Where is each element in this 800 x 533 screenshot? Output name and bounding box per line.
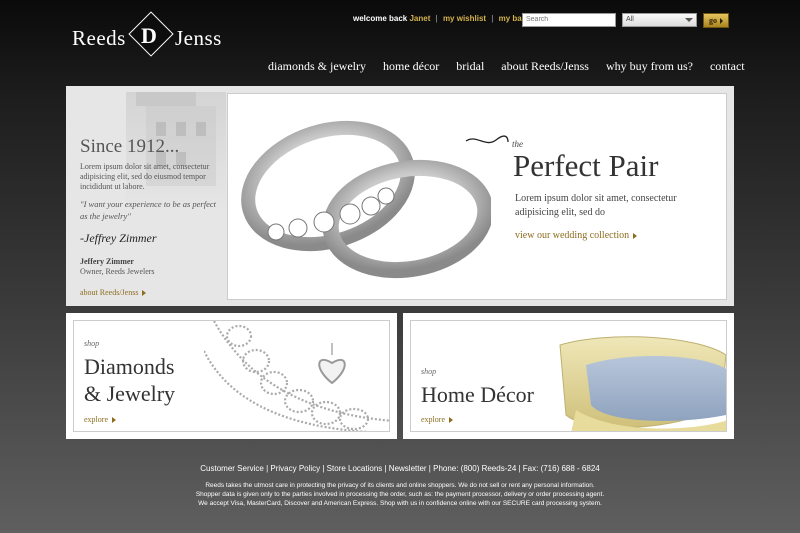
shop-home-decor-card[interactable]: shop Home Décor explore	[403, 313, 734, 439]
owner-title: Owner, Reeds Jewelers	[80, 267, 155, 276]
separator: |	[435, 14, 438, 23]
shop-diamonds-card[interactable]: shop Diamonds & Jewelry explore	[66, 313, 397, 439]
go-button[interactable]: go	[703, 13, 729, 28]
owner-signature: -Jeffrey Zimmer	[80, 231, 157, 245]
wedding-collection-link[interactable]: view our wedding collection	[515, 230, 638, 241]
perfect-pair-banner[interactable]: the Perfect Pair Lorem ipsum dolor sit a…	[227, 93, 727, 300]
footer-links[interactable]: Customer Service | Privacy Policy | Stor…	[0, 464, 800, 473]
category-select-value: All	[626, 16, 634, 23]
separator: |	[491, 14, 494, 23]
arrow-right-icon	[449, 417, 453, 424]
footer-line: Shopper data is given only to the partie…	[195, 491, 605, 498]
card-title-line: & Jewelry	[84, 381, 176, 406]
footer-privacy-text: Reeds takes the utmost care in protectin…	[0, 481, 800, 508]
welcome-text: welcome back	[353, 14, 408, 23]
owner-quote: "I want your experience to be as perfect…	[80, 199, 216, 221]
explore-label: explore	[421, 415, 445, 424]
nav-diamonds-jewelry[interactable]: diamonds & jewelry	[268, 59, 366, 73]
category-select[interactable]: All	[622, 13, 697, 27]
wishlist-link[interactable]: my wishlist	[443, 14, 486, 23]
brand-logo[interactable]: Reeds D Jenss	[72, 11, 232, 62]
explore-link[interactable]: explore	[84, 415, 116, 424]
shop-label: shop	[421, 367, 437, 376]
about-link[interactable]: about Reeds/Jenss	[80, 288, 147, 297]
about-link-label: about Reeds/Jenss	[80, 288, 139, 297]
since-title: Since 1912...	[80, 136, 180, 157]
hero-section: Since 1912... Lorem ipsum dolor sit amet…	[66, 86, 734, 306]
headline: Perfect Pair	[513, 148, 659, 183]
explore-label: explore	[84, 415, 108, 424]
explore-link[interactable]: explore	[421, 415, 453, 424]
bowls-image	[559, 336, 726, 431]
chevron-down-icon	[685, 18, 693, 22]
nav-home-decor[interactable]: home décor	[383, 59, 439, 73]
nav-why-buy[interactable]: why buy from us?	[606, 59, 693, 73]
arrow-right-icon	[112, 417, 116, 424]
arrow-right-icon	[720, 18, 723, 25]
search-input[interactable]	[522, 13, 616, 27]
card-title: Home Décor	[421, 381, 534, 408]
nav-about[interactable]: about Reeds/Jenss	[501, 59, 589, 73]
footer-line: We accept Visa, MasterCard, Discover and…	[198, 500, 602, 507]
card-title-line: Diamonds	[84, 354, 175, 379]
nav-contact[interactable]: contact	[710, 59, 745, 73]
arrow-right-icon	[142, 290, 147, 297]
shop-label: shop	[84, 339, 100, 348]
nav-bridal[interactable]: bridal	[456, 59, 484, 73]
logo-monogram: D	[141, 23, 157, 48]
wedding-rings-image	[241, 120, 491, 279]
go-button-label: go	[709, 16, 717, 25]
owner-name: Jeffery Zimmer	[80, 257, 134, 266]
card-title-line: Home Décor	[421, 382, 535, 407]
footer-line: Reeds takes the utmost care in protectin…	[205, 482, 595, 489]
headline-body: Lorem ipsum dolor sit amet, consectetur …	[515, 193, 677, 218]
arrow-right-icon	[633, 232, 638, 239]
logo-text-left: Reeds	[72, 26, 126, 50]
swirl-ornament-icon	[465, 135, 509, 144]
username[interactable]: Janet	[409, 14, 430, 23]
since-body: Lorem ipsum dolor sit amet, consectetur …	[80, 162, 210, 191]
account-bar: welcome back Janet | my wishlist | my ba…	[353, 14, 527, 23]
logo-text-right: Jenss	[175, 26, 222, 50]
necklace-image	[204, 321, 389, 431]
main-nav: diamonds & jewelry home décor bridal abo…	[268, 59, 745, 74]
card-title: Diamonds & Jewelry	[84, 353, 175, 407]
wedding-collection-label: view our wedding collection	[515, 230, 630, 241]
